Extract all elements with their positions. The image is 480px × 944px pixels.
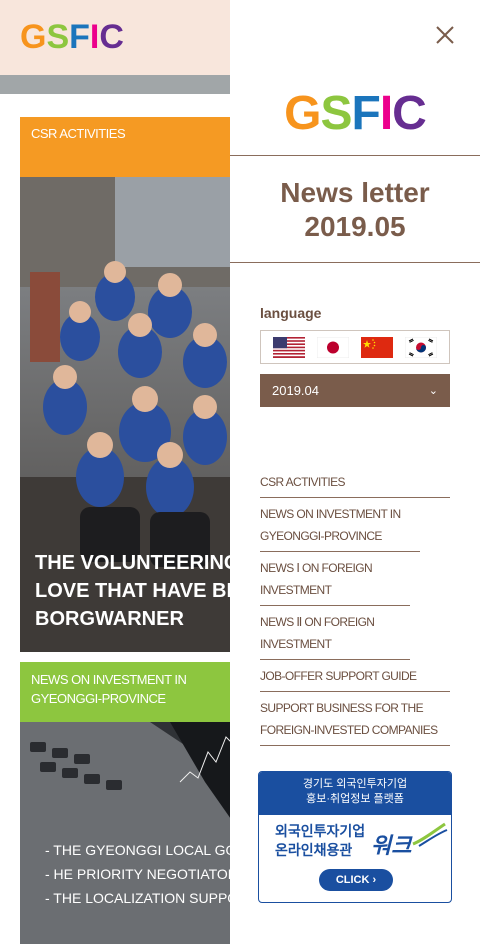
chevron-down-icon: ⌄: [428, 385, 438, 397]
headline-line: BORGWARNER: [35, 608, 184, 630]
issue-select[interactable]: 2019.04 ⌄: [260, 374, 450, 407]
banner-title-line: 온라인채용관: [275, 842, 353, 858]
issue-select-value: 2019.04: [272, 383, 319, 398]
menu-item-news-foreign-2[interactable]: NEWS Ⅱ ON FOREIGN INVESTMENT: [260, 606, 410, 660]
logo-letter-g: G: [20, 18, 47, 56]
menu-item-job-offer-guide[interactable]: JOB-OFFER SUPPORT GUIDE: [260, 660, 450, 692]
newsletter-title: News letter: [280, 177, 430, 208]
banner-title: 외국인투자기업 온라인채용관: [275, 822, 365, 860]
logo-letter-c: C: [392, 87, 427, 140]
brand-swoosh-icon: [412, 822, 448, 847]
logo-letter-s: S: [320, 87, 352, 140]
banner-brand: 워크: [371, 833, 412, 858]
menu-item-support-business[interactable]: SUPPORT BUSINESS FOR THE FOREIGN-INVESTE…: [260, 692, 450, 746]
logo-letter-s: S: [46, 18, 70, 56]
menu-item-csr-activities[interactable]: CSR ACTIVITIES: [260, 466, 450, 498]
click-label: CLICK: [335, 874, 370, 886]
japan-flag-icon[interactable]: [317, 336, 349, 358]
logo-letter-i: I: [89, 18, 100, 56]
headline-line: LOVE THAT HAVE BEEN: [35, 580, 240, 602]
divider: [230, 155, 480, 156]
card-photo-volunteers[interactable]: THE VOLUNTEERING A LOVE THAT HAVE BEEN B…: [20, 177, 240, 652]
banner-header: 경기도 외국인투자기업 홍보·취업정보 플랫폼: [259, 772, 451, 815]
side-menu-panel: GSFIC News letter 2019.05 language 2019.…: [230, 0, 480, 944]
banner-title-line: 외국인투자기업: [275, 823, 366, 839]
card-category-label: CSR ACTIVITIES: [31, 126, 126, 141]
card-photo-laptop[interactable]: - THE GYEONGGI LOCAL GOV - HE PRIORITY N…: [20, 722, 240, 944]
china-flag-icon[interactable]: [361, 336, 393, 358]
site-logo[interactable]: GSFIC: [20, 18, 124, 57]
card-category-label: NEWS ON INVESTMENT IN GYEONGGI-PROVINCE: [31, 672, 187, 706]
recruitment-banner[interactable]: 경기도 외국인투자기업 홍보·취업정보 플랫폼 외국인투자기업 온라인채용관 워…: [258, 771, 452, 903]
logo-letter-f: F: [351, 87, 381, 140]
us-flag-icon[interactable]: [273, 336, 305, 358]
card-category-gyeonggi[interactable]: NEWS ON INVESTMENT IN GYEONGGI-PROVINCE: [20, 662, 240, 722]
language-flags: [260, 330, 450, 364]
newsletter-issue: 2019.05: [304, 211, 406, 242]
chevron-right-icon: ›: [372, 874, 377, 886]
banner-top-line: 경기도 외국인투자기업: [302, 778, 408, 790]
card-headline: THE VOLUNTEERING A LOVE THAT HAVE BEEN B…: [35, 549, 240, 633]
close-icon: [436, 26, 454, 44]
menu-item-news-foreign-1[interactable]: NEWS Ⅰ ON FOREIGN INVESTMENT: [260, 552, 410, 606]
card-bullets: - THE GYEONGGI LOCAL GOV - HE PRIORITY N…: [45, 838, 240, 910]
mobile-page: GSFIC CSR ACTIVITIES THE VOLUNTEERING A …: [0, 0, 480, 944]
headline-line: THE VOLUNTEERING A: [35, 552, 240, 574]
bullet-line: - HE PRIORITY NEGOTIATOR: [45, 866, 238, 882]
korea-flag-icon[interactable]: [405, 336, 437, 358]
bullet-line: - THE GYEONGGI LOCAL GOV: [45, 842, 240, 858]
logo-letter-i: I: [379, 87, 393, 140]
newsletter-heading: News letter 2019.05: [230, 176, 480, 244]
panel-logo[interactable]: GSFIC: [230, 86, 480, 141]
logo-letter-c: C: [99, 18, 124, 56]
side-menu-list: CSR ACTIVITIES NEWS ON INVESTMENT IN GYE…: [260, 466, 450, 746]
logo-letter-f: F: [69, 18, 90, 56]
laptop-photo-illustration: [20, 722, 240, 944]
bullet-line: - THE LOCALIZATION SUPPO: [45, 890, 239, 906]
divider: [230, 262, 480, 263]
menu-item-news-gyeonggi[interactable]: NEWS ON INVESTMENT IN GYEONGGI-PROVINCE: [260, 498, 420, 552]
language-label: language: [260, 305, 322, 321]
logo-letter-g: G: [284, 87, 321, 140]
banner-click-button[interactable]: CLICK ›: [319, 869, 393, 891]
close-button[interactable]: [430, 20, 460, 50]
banner-top-line: 홍보·취업정보 플랫폼: [306, 793, 404, 805]
card-category-csr[interactable]: CSR ACTIVITIES: [20, 117, 240, 177]
